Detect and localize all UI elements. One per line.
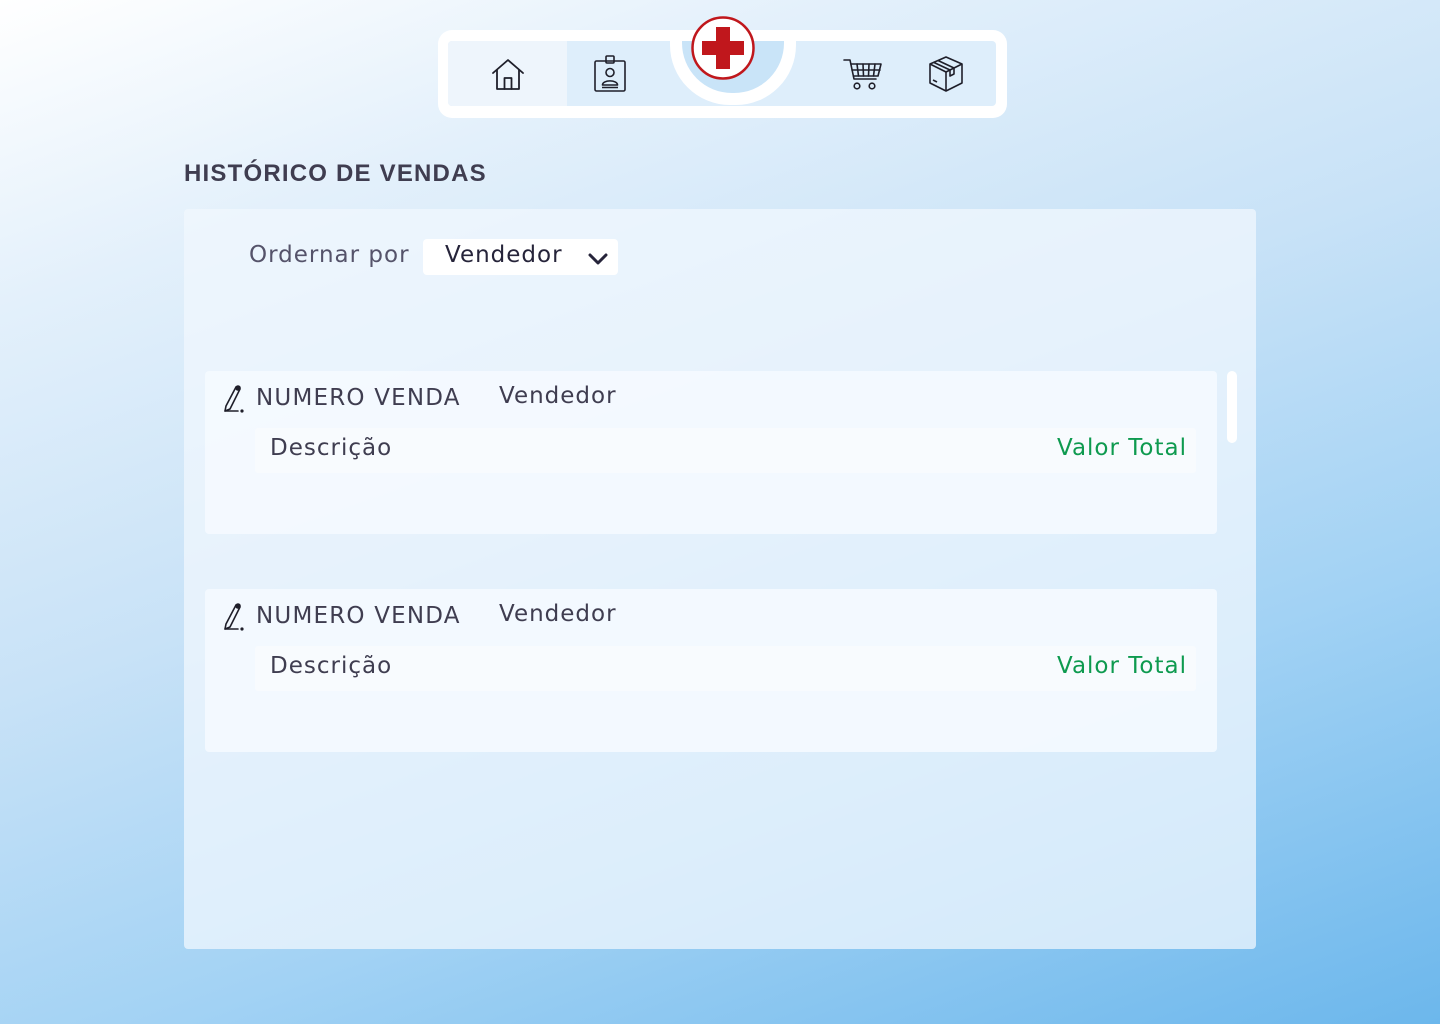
sale-total: Valor Total	[1057, 435, 1187, 461]
sale-description: Descrição	[270, 435, 393, 461]
sale-detail-row: Descrição Valor Total	[255, 646, 1196, 691]
nav-products-button[interactable]	[903, 41, 988, 106]
sale-card[interactable]: NUMERO VENDA Vendedor Descrição Valor To…	[205, 371, 1217, 534]
sale-total: Valor Total	[1057, 653, 1187, 679]
sale-number: NUMERO VENDA	[256, 603, 461, 629]
sale-description: Descrição	[270, 653, 393, 679]
sort-dropdown[interactable]: Vendedor	[423, 239, 618, 275]
edit-pencil-icon[interactable]	[222, 603, 246, 631]
nav-cart-button[interactable]	[823, 41, 903, 106]
page-title: HISTÓRICO DE VENDAS	[184, 160, 487, 187]
sale-detail-row: Descrição Valor Total	[255, 428, 1196, 473]
sort-label: Ordernar por	[249, 242, 410, 268]
list-scrollbar-thumb[interactable]	[1227, 371, 1237, 443]
sale-number: NUMERO VENDA	[256, 385, 461, 411]
sales-history-panel: Ordernar por Vendedor NUMERO VENDA Vende…	[184, 209, 1256, 949]
nav-employees-button[interactable]	[567, 41, 652, 106]
medical-cross-icon[interactable]	[691, 16, 755, 80]
nav-home-button[interactable]	[448, 41, 567, 106]
shopping-cart-icon	[843, 58, 882, 90]
sale-card[interactable]: NUMERO VENDA Vendedor Descrição Valor To…	[205, 589, 1217, 752]
chevron-down-icon	[588, 253, 608, 265]
sale-seller: Vendedor	[499, 383, 617, 409]
package-box-icon	[928, 55, 963, 92]
id-badge-icon	[593, 54, 626, 92]
sale-seller: Vendedor	[499, 601, 617, 627]
home-icon	[491, 58, 524, 90]
sort-selected-value: Vendedor	[445, 242, 563, 268]
edit-pencil-icon[interactable]	[222, 385, 246, 413]
